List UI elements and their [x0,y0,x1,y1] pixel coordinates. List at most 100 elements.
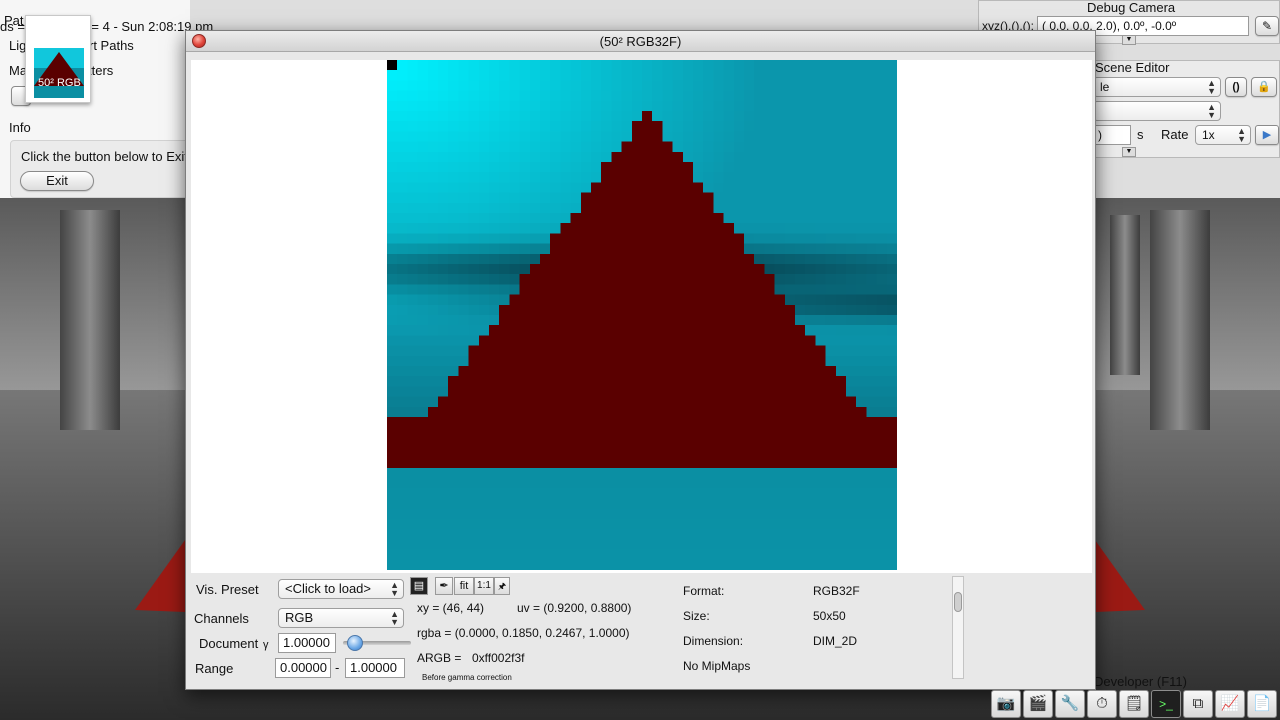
texture-pixel [407,264,418,275]
texture-pixel [448,355,459,367]
texture-pixel [468,304,480,316]
texture-pixel [835,131,847,142]
one-to-one-button[interactable]: 1:1 [474,577,494,595]
texture-pixel [805,141,816,153]
pin-button[interactable]: 🖈 [494,577,510,595]
texture-pixel [846,141,857,153]
texture-pixel [662,70,673,81]
document-icon[interactable]: 📄 [1247,690,1277,718]
texture-pixel [591,111,602,122]
channels-label: Channels [194,611,249,626]
texture-pixel [693,100,704,112]
rate-dropdown[interactable]: 1x ▲ ▼ [1195,125,1251,145]
texture-pixel [835,304,847,316]
save-image-button[interactable]: ▤ [410,577,428,595]
scene-dropdown-2[interactable]: ▲ ▼ [1093,101,1221,121]
scrollbar-thumb[interactable] [954,592,962,612]
gamma-field[interactable]: 1.00000 [278,633,336,653]
texture-pixel [499,70,510,81]
texture-pixel [846,253,857,265]
texture-pixel [580,70,592,81]
texture-pixel [499,100,510,112]
texture-pixel [427,233,439,244]
range-min-field[interactable]: 0.00000 [275,658,331,678]
texture-pixel [499,243,510,255]
texture-pixel [886,121,897,132]
texture-pixel [784,70,796,81]
texture-pixel [499,172,510,183]
texture-pixel [601,90,612,102]
texture-pixel [825,192,837,204]
texture-pixel [448,202,459,214]
texture-pixel [550,100,561,112]
texture-pixel [478,223,490,234]
texture-image[interactable] [387,60,897,570]
play-button[interactable]: ▶ [1255,125,1279,145]
texture-pixel [519,172,531,183]
range-max-field[interactable]: 1.00000 [345,658,405,678]
tools-icon[interactable]: 🔧 [1055,690,1085,718]
texture-floor-row [387,529,897,540]
texture-thumbnail[interactable]: 50² RGB [25,15,91,103]
pyramid-row [601,172,693,183]
texture-pixel [815,121,826,132]
gamma-slider-knob[interactable] [347,635,364,651]
texture-pixel [427,121,439,132]
monitor-graph-icon[interactable]: 📈 [1215,690,1245,718]
scene-dropdown[interactable]: le ▲ ▼ [1093,77,1221,97]
texture-pixel [417,396,429,408]
exit-button[interactable]: Exit [20,171,94,191]
texture-pixel [601,80,612,91]
notepad-icon[interactable]: 🗒 [1119,690,1149,718]
developer-label: Developer (F11) [1094,674,1187,689]
texture-pixel [815,294,826,306]
eyedropper-button[interactable]: ✒ [435,577,453,595]
texture-pixel [754,151,765,163]
texture-pixel [846,223,857,234]
texture-pixel [438,202,449,214]
camera-expand-toggle[interactable]: ▼ [1122,35,1136,45]
texture-pixel [560,151,571,163]
vis-preset-dropdown[interactable]: <Click to load> ▲ ▼ [278,579,404,599]
texture-pixel [886,315,897,326]
texture-pixel [795,100,806,112]
texture-pixel [427,264,439,275]
terminal-icon[interactable]: >_ [1151,690,1181,718]
pyramid-row [540,253,755,265]
texture-pixel [795,253,806,265]
texture-pixel [478,304,490,316]
texture-pixel [448,60,459,71]
windows-icon[interactable]: ⧉ [1183,690,1213,718]
texture-canvas[interactable] [191,60,1092,573]
format-label: Format: [683,584,725,598]
window-titlebar[interactable]: (50² RGB32F) [186,31,1095,52]
texture-pixel [805,182,816,193]
texture-pixel [631,70,643,81]
texture-pixel [489,223,500,234]
texture-pixel [866,315,877,326]
texture-pixel [886,162,897,173]
texture-pixel [744,131,755,142]
texture-floor-row [387,478,897,489]
lock-button[interactable]: 🔒 [1251,77,1277,97]
clock-icon[interactable]: ⏱ [1087,690,1117,718]
texture-pixel [550,223,561,234]
texture-pixel [509,162,520,173]
texture-pixel [448,294,459,306]
scene-braces-button[interactable]: () [1225,77,1247,97]
channels-dropdown[interactable]: RGB ▲ ▼ [278,608,404,628]
texture-pixel [458,80,469,91]
scene-expand-toggle[interactable]: ▼ [1122,147,1136,157]
texture-pixel [509,274,520,285]
texture-pixel [540,121,551,132]
camera-icon[interactable]: 📷 [991,690,1021,718]
texture-pixel [744,182,755,193]
fit-button[interactable]: fit [454,577,474,595]
info-scrollbar[interactable] [952,576,964,679]
film-clapper-icon[interactable]: 🎬 [1023,690,1053,718]
texture-pixel [458,151,469,163]
texture-pixel [631,100,643,112]
texture-pixel [774,264,786,275]
time-field[interactable]: ) [1093,125,1131,145]
camera-edit-button[interactable]: ✎ [1255,16,1279,36]
